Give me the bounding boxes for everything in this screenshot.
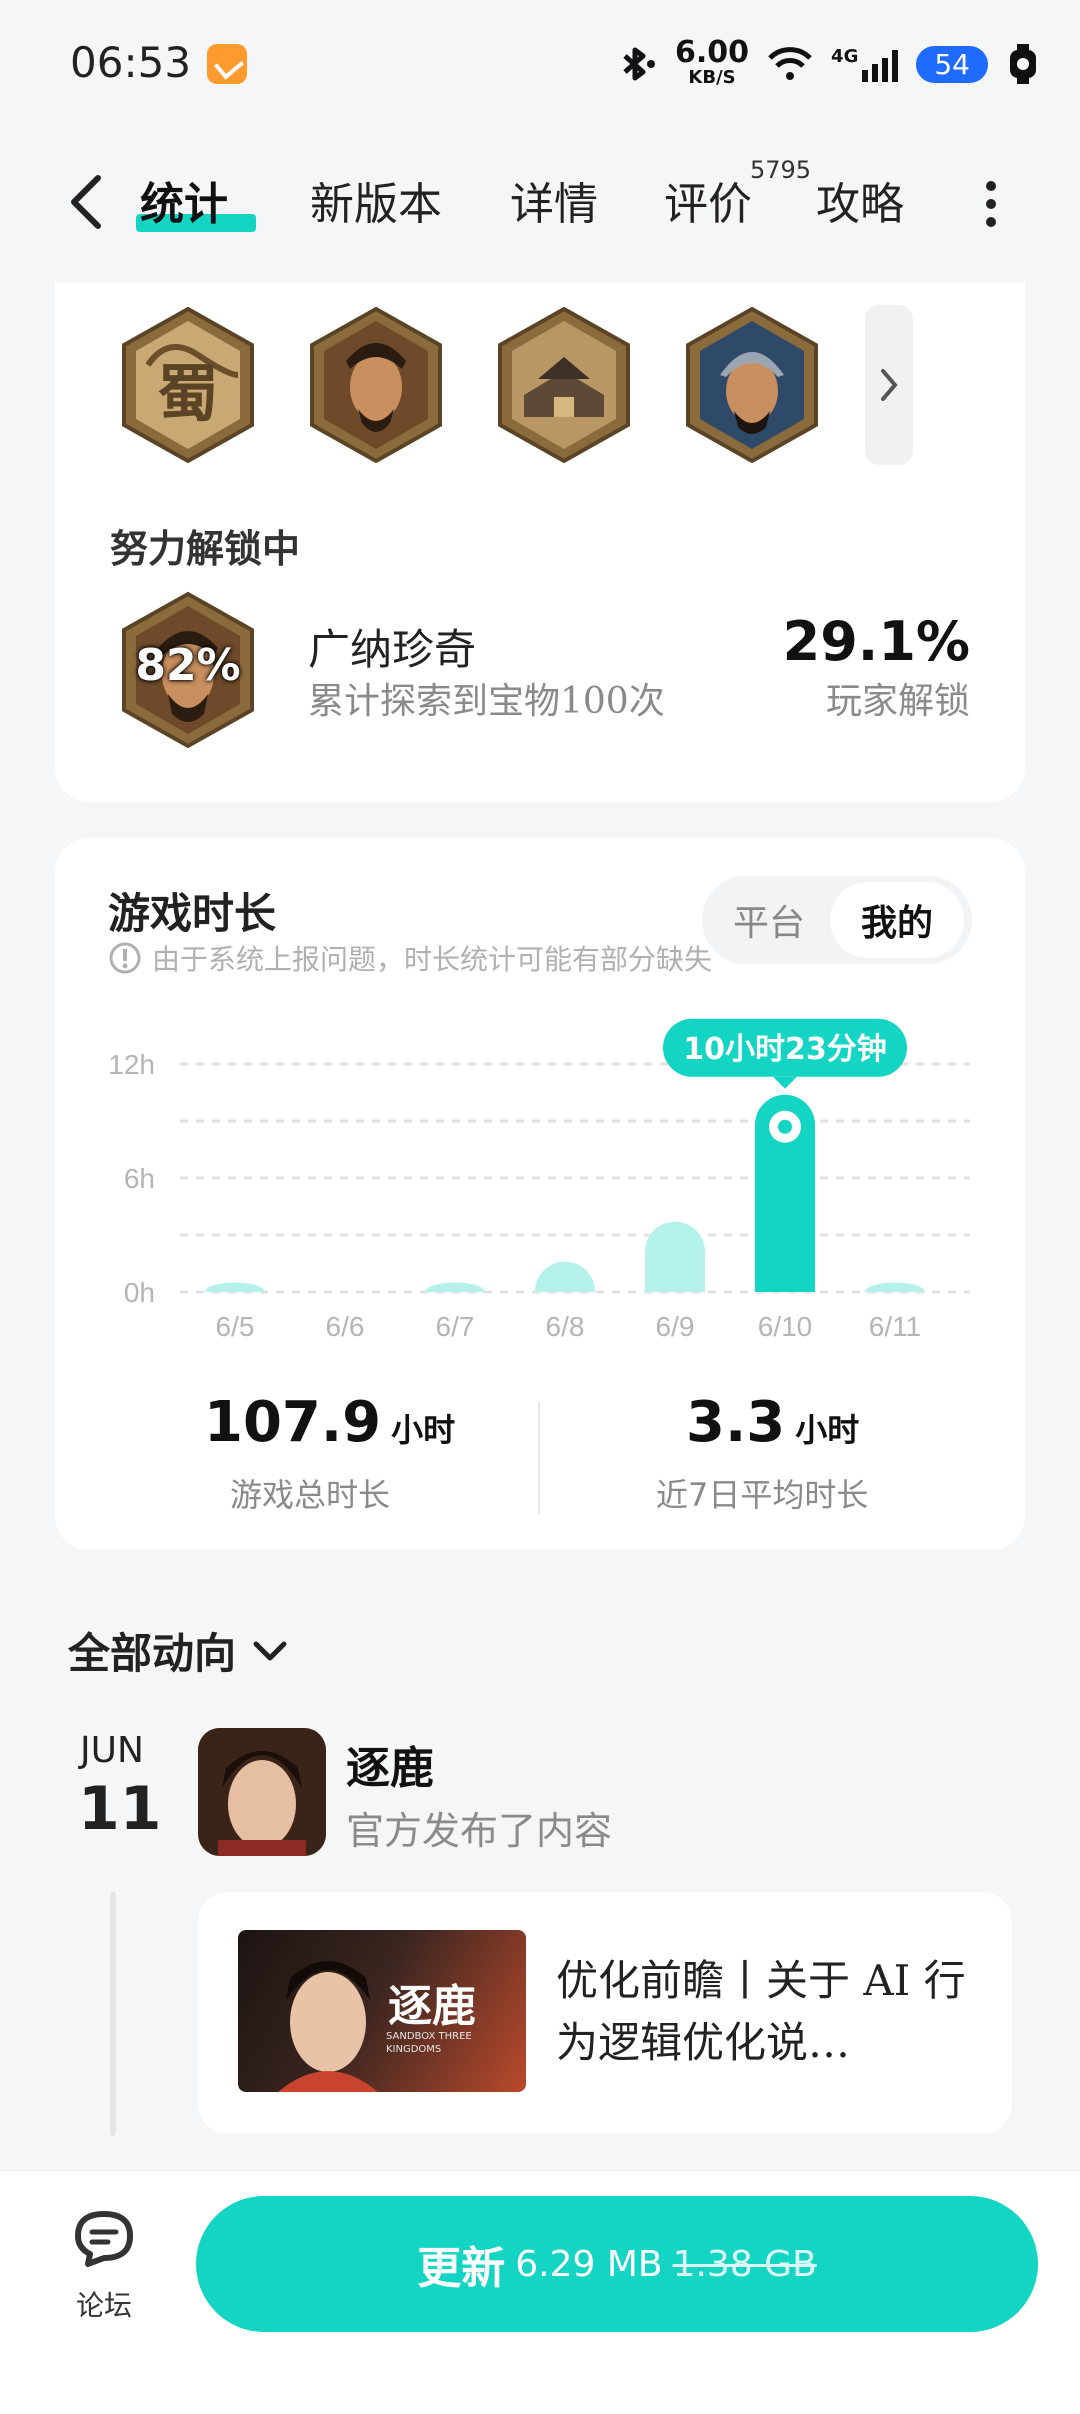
wifi-icon <box>768 47 812 80</box>
tab-stats[interactable]: 统计 <box>140 168 228 232</box>
feed-month: JUN <box>80 1730 144 1771</box>
y-tick-label: 0h <box>124 1277 155 1308</box>
app-notification-icon <box>207 44 247 84</box>
stat-divider <box>538 1402 540 1514</box>
city-icon[interactable] <box>494 305 634 465</box>
svg-text:蜀: 蜀 <box>157 357 219 430</box>
avg-playtime: 3.3 小时 <box>686 1390 859 1455</box>
thumbnail-title: 逐鹿 <box>388 1981 476 2032</box>
x-tick-label: 6/9 <box>656 1311 695 1342</box>
tab-reviews[interactable]: 评价 <box>664 168 752 232</box>
post-thumbnail[interactable]: 逐鹿 SANDBOX THREE KINGDOMS <box>238 1930 526 2092</box>
x-tick-label: 6/6 <box>326 1311 365 1342</box>
shu-emblem-icon[interactable]: 蜀 <box>118 305 258 465</box>
net-speed-unit: KB/S <box>688 67 736 88</box>
badges-more-button[interactable] <box>865 305 913 465</box>
warrior-portrait-icon[interactable] <box>682 305 822 465</box>
feed-filter-dropdown[interactable]: 全部动向 <box>68 1620 290 1681</box>
status-time: 06:53 <box>70 38 192 87</box>
avg-playtime-unit: 小时 <box>795 1411 860 1449</box>
feed-action: 官方发布了内容 <box>346 1809 613 1853</box>
portrait-image <box>198 1728 326 1856</box>
battery-level: 54 <box>916 45 988 83</box>
game-avatar[interactable] <box>198 1728 326 1856</box>
signal-type: 4G <box>831 46 859 67</box>
tooltip-pointer <box>773 1076 797 1089</box>
tab-details[interactable]: 详情 <box>510 168 598 232</box>
review-count: 5795 <box>750 156 812 184</box>
x-tick-label: 6/7 <box>436 1311 475 1342</box>
thumbnail-art <box>278 1961 378 2092</box>
net-speed: 6.00 KB/S <box>675 35 750 89</box>
chevron-down-icon <box>253 1641 287 1660</box>
tooltip-text: 10小时23分钟 <box>683 1032 887 1067</box>
back-arrow-icon[interactable] <box>60 172 120 232</box>
feed-day: 11 <box>78 1774 162 1844</box>
x-tick-label: 6/10 <box>758 1311 813 1342</box>
achievement-desc: 累计探索到宝物100次 <box>308 681 665 722</box>
bar-6/7 <box>425 1282 485 1292</box>
unlock-label: 玩家解锁 <box>825 681 970 722</box>
playtime-chart: 0h 6h 12h 6/5 6/6 6/7 6/8 6/9 10小时23分钟 6/10 6/11 <box>108 1018 970 1342</box>
x-tick-label: 6/8 <box>546 1311 585 1342</box>
playtime-toggle: 平台 我的 <box>702 876 972 964</box>
total-playtime-label: 游戏总时长 <box>230 1476 391 1514</box>
tab-guides[interactable]: 攻略 <box>816 168 904 232</box>
y-tick-label: 6h <box>124 1163 155 1194</box>
playtime-note: 由于系统上报问题，时长统计可能有部分缺失 <box>108 938 712 978</box>
bar-6/9 <box>645 1221 705 1292</box>
bar-6/8 <box>535 1261 595 1292</box>
x-tick-label: 6/5 <box>216 1311 255 1342</box>
bluetooth-icon <box>623 47 656 81</box>
post-title[interactable]: 优化前瞻丨关于 AI 行为逻辑优化说… <box>556 1950 976 2074</box>
forum-icon[interactable] <box>70 2206 140 2270</box>
feed-filter-label: 全部动向 <box>68 1629 237 1678</box>
unlock-percentage: 29.1% <box>782 610 970 673</box>
achievement-title: 广纳珍奇 <box>308 625 477 674</box>
avg-playtime-label: 近7日平均时长 <box>656 1476 869 1514</box>
old-size: 1.38 GB <box>672 2243 817 2285</box>
status-icons: 6.00 KB/S 4G 54 <box>617 36 1040 92</box>
info-icon <box>109 942 141 974</box>
more-options-icon[interactable] <box>985 180 997 228</box>
total-playtime: 107.9 小时 <box>204 1390 455 1455</box>
timeline-line <box>110 1892 116 2136</box>
bar-6/5 <box>205 1282 265 1292</box>
watch-icon <box>1010 44 1036 84</box>
y-tick-label: 12h <box>108 1049 155 1080</box>
x-tick-label: 6/11 <box>869 1311 921 1342</box>
update-size: 6.29 MB <box>515 2243 663 2285</box>
avg-playtime-value: 3.3 <box>686 1390 786 1455</box>
feed-game-name[interactable]: 逐鹿 <box>346 1732 434 1796</box>
cellular-icon: 4G <box>831 46 899 82</box>
toggle-mine[interactable]: 我的 <box>830 882 964 958</box>
in-progress-label: 努力解锁中 <box>110 526 301 571</box>
playtime-note-text: 由于系统上报问题，时长统计可能有部分缺失 <box>152 943 713 976</box>
forum-label[interactable]: 论坛 <box>76 2284 132 2324</box>
net-speed-value: 6.00 <box>675 35 750 70</box>
tab-new-version[interactable]: 新版本 <box>310 168 442 232</box>
chevron-right-icon <box>881 369 898 401</box>
thumbnail-subtitle: SANDBOX THREE KINGDOMS <box>386 2031 472 2055</box>
total-playtime-unit: 小时 <box>391 1411 456 1449</box>
bar-highlight-dot <box>778 1119 792 1134</box>
update-button[interactable]: 更新 6.29 MB 1.38 GB <box>196 2196 1038 2332</box>
achievement-progress: 82% <box>135 640 241 691</box>
general-portrait-icon[interactable] <box>306 305 446 465</box>
update-label: 更新 <box>417 2243 506 2294</box>
total-playtime-value: 107.9 <box>204 1390 382 1455</box>
toggle-platform[interactable]: 平台 <box>710 882 828 958</box>
bar-6/11 <box>865 1282 925 1292</box>
playtime-title: 游戏时长 <box>108 889 277 938</box>
